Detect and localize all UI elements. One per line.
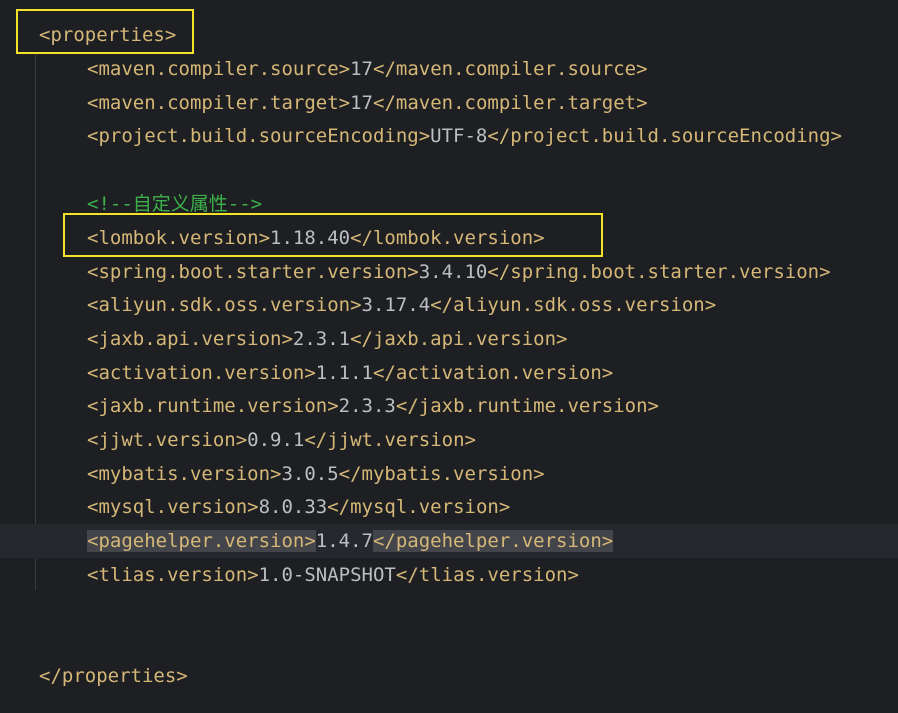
open-tag: <mybatis.version> <box>87 463 282 485</box>
properties-highlight-box <box>16 9 194 54</box>
property-value: 1.1.1 <box>315 362 373 384</box>
close-tag: </project.build.sourceEncoding> <box>487 125 842 147</box>
close-tag-matched: </pagehelper.version> <box>372 530 614 552</box>
open-tag: <jaxb.runtime.version> <box>87 395 339 417</box>
close-tag: </mybatis.version> <box>338 463 545 485</box>
close-tag: </tlias.version> <box>395 564 579 586</box>
property-value: 17 <box>350 58 373 80</box>
close-tag: </maven.compiler.target> <box>373 92 648 114</box>
property-value: 3.17.4 <box>361 294 431 316</box>
close-tag: </aliyun.sdk.oss.version> <box>430 294 717 316</box>
code-editor[interactable]: <properties> <maven.compiler.source>17</… <box>0 0 898 713</box>
close-tag: </spring.boot.starter.version> <box>487 261 831 283</box>
code-line-compiler-target[interactable]: <maven.compiler.target>17</maven.compile… <box>0 86 898 120</box>
close-tag: </mysql.version> <box>327 496 511 518</box>
open-tag: <maven.compiler.target> <box>87 92 351 114</box>
property-value: 3.0.5 <box>281 463 339 485</box>
property-value: 3.4.10 <box>418 261 488 283</box>
open-tag-matched: <pagehelper.version> <box>87 530 316 552</box>
property-value: 2.3.3 <box>338 395 396 417</box>
open-tag: <spring.boot.starter.version> <box>87 261 419 283</box>
property-value: UTF-8 <box>430 125 488 147</box>
open-tag: <jaxb.api.version> <box>87 328 293 350</box>
property-value: 0.9.1 <box>247 429 305 451</box>
code-line-mysql[interactable]: <mysql.version>8.0.33</mysql.version> <box>0 490 898 524</box>
code-line-source-encoding[interactable]: <project.build.sourceEncoding>UTF-8</pro… <box>0 119 898 153</box>
code-line-jaxb-api[interactable]: <jaxb.api.version>2.3.1</jaxb.api.versio… <box>0 322 898 356</box>
open-tag: <activation.version> <box>87 362 316 384</box>
code-line-jaxb-runtime[interactable]: <jaxb.runtime.version>2.3.3</jaxb.runtim… <box>0 389 898 423</box>
open-tag: <mysql.version> <box>87 496 259 518</box>
lombok-highlight-box <box>63 213 603 257</box>
open-tag: <aliyun.sdk.oss.version> <box>87 294 362 316</box>
code-line-jjwt[interactable]: <jjwt.version>0.9.1</jjwt.version> <box>0 423 898 457</box>
open-tag: <project.build.sourceEncoding> <box>87 125 431 147</box>
property-value: 17 <box>350 92 373 114</box>
open-tag: <maven.compiler.source> <box>87 58 351 80</box>
open-tag: <tlias.version> <box>87 564 259 586</box>
close-tag: </jaxb.runtime.version> <box>395 395 659 417</box>
code-line-compiler-source[interactable]: <maven.compiler.source>17</maven.compile… <box>0 52 898 86</box>
code-line-properties-close[interactable]: </properties> <box>0 659 898 693</box>
property-value: 2.3.1 <box>292 328 351 350</box>
close-tag: </jjwt.version> <box>304 429 476 451</box>
code-line-mybatis[interactable]: <mybatis.version>3.0.5</mybatis.version> <box>0 457 898 491</box>
property-value: 8.0.33 <box>258 496 328 518</box>
code-line-pagehelper-current[interactable]: <pagehelper.version>1.4.7</pagehelper.ve… <box>0 524 898 558</box>
code-line-activation[interactable]: <activation.version>1.1.1</activation.ve… <box>0 356 898 390</box>
open-tag: <jjwt.version> <box>87 429 248 451</box>
code-line-tlias[interactable]: <tlias.version>1.0-SNAPSHOT</tlias.versi… <box>0 558 898 592</box>
close-tag: </activation.version> <box>372 362 614 384</box>
code-line-aliyun-sdk-oss[interactable]: <aliyun.sdk.oss.version>3.17.4</aliyun.s… <box>0 288 898 322</box>
close-tag: </maven.compiler.source> <box>373 58 648 80</box>
property-value: 1.4.7 <box>315 530 373 552</box>
properties-close-tag: </properties> <box>39 665 188 687</box>
property-value: 1.0-SNAPSHOT <box>258 564 396 586</box>
close-tag: </jaxb.api.version> <box>350 328 568 350</box>
code-line-spring-boot-starter[interactable]: <spring.boot.starter.version>3.4.10</spr… <box>0 255 898 289</box>
